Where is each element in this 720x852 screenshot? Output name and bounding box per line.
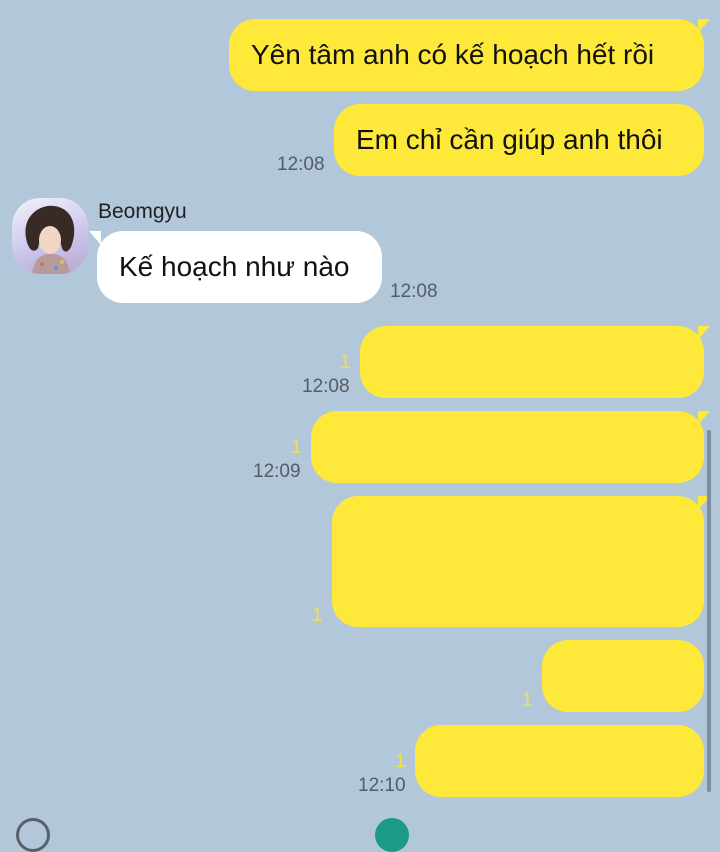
unread-count: 1: [312, 605, 323, 626]
message-timestamp: 12:09: [253, 461, 301, 482]
message-bubble-outgoing[interactable]: [415, 725, 704, 797]
emoji-icon[interactable]: [375, 818, 409, 852]
message-bubble-outgoing[interactable]: [542, 640, 704, 712]
message-text: Em chỉ cần giúp anh thôi: [356, 124, 663, 155]
message-text: Kế hoạch như nào: [119, 251, 350, 282]
sender-name: Beomgyu: [98, 200, 187, 223]
message-timestamp: 12:08: [390, 281, 438, 302]
message-bubble-outgoing[interactable]: [360, 326, 710, 398]
message-timestamp: 12:08: [277, 154, 325, 175]
unread-count: 1: [340, 352, 351, 373]
scrollbar[interactable]: [707, 430, 711, 792]
unread-count: 1: [522, 690, 533, 711]
message-bubble-outgoing[interactable]: [332, 496, 710, 627]
message-bubble-outgoing[interactable]: Em chỉ cần giúp anh thôi: [334, 104, 704, 176]
unread-count: 1: [291, 437, 302, 458]
message-timestamp: 12:08: [302, 376, 350, 397]
message-bubble-incoming[interactable]: Kế hoạch như nào: [89, 231, 382, 303]
avatar-image: [25, 205, 75, 274]
plus-icon[interactable]: [16, 818, 50, 852]
message-bubble-outgoing[interactable]: [311, 411, 710, 483]
message-bubble-outgoing[interactable]: Yên tâm anh có kế hoạch hết rồi: [229, 19, 710, 91]
message-timestamp: 12:10: [358, 775, 406, 796]
unread-count: 1: [395, 751, 406, 772]
message-text: Yên tâm anh có kế hoạch hết rồi: [251, 39, 655, 70]
contact-avatar[interactable]: [12, 198, 88, 274]
